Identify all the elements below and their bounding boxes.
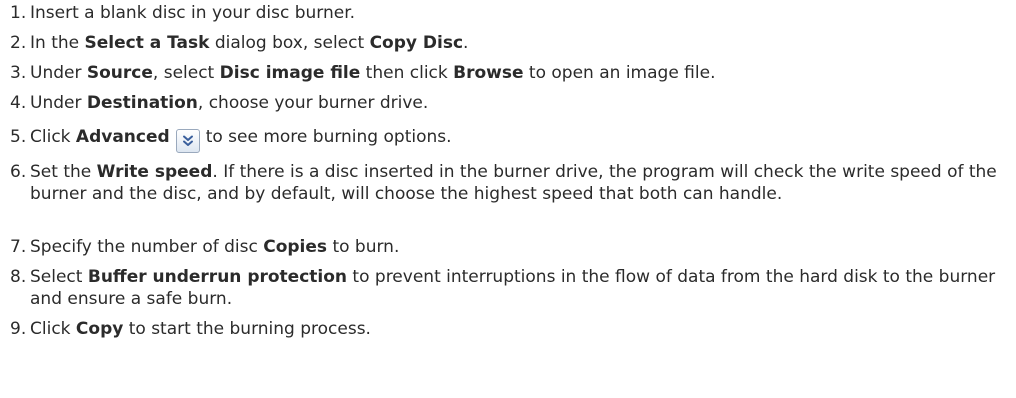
step-4: 4. Under Destination, choose your burner… <box>0 92 1010 114</box>
instruction-list: 1. Insert a blank disc in your disc burn… <box>0 0 1016 398</box>
copies-term: Copies <box>263 237 328 257</box>
step-text: In the Select a Task dialog box, select … <box>30 33 469 53</box>
step-text: Set the Write speed. If there is a disc … <box>30 162 997 204</box>
double-chevron-down-icon <box>175 129 200 153</box>
disc-image-file-term: Disc image file <box>219 63 361 83</box>
copy-disc-term: Copy Disc <box>369 33 464 53</box>
write-speed-term: Write speed <box>96 162 213 182</box>
step-text: Click Copy to start the burning process. <box>30 319 371 339</box>
step-9: 9. Click Copy to start the burning proce… <box>0 318 1010 340</box>
step-8: 8. Select Buffer underrun protection to … <box>0 266 1010 310</box>
step-number: 8. <box>10 267 27 287</box>
destination-term: Destination <box>86 93 198 113</box>
step-7: 7. Specify the number of disc Copies to … <box>0 236 1010 258</box>
step-text: Under Destination, choose your burner dr… <box>30 93 429 113</box>
step-number: 5. <box>10 127 27 147</box>
step-1: 1. Insert a blank disc in your disc burn… <box>0 2 1010 24</box>
browse-term: Browse <box>453 63 524 83</box>
step-2: 2. In the Select a Task dialog box, sele… <box>0 32 1010 54</box>
step-text: Select Buffer underrun protection to pre… <box>30 267 996 309</box>
advanced-term: Advanced <box>75 127 170 147</box>
buffer-underrun-protection-term: Buffer underrun protection <box>87 267 348 287</box>
step-text: Click Advanced to see more burning option… <box>30 126 1010 153</box>
step-number: 6. <box>10 162 27 182</box>
step-text: Specify the number of disc Copies to bur… <box>30 237 400 257</box>
copy-term: Copy <box>75 319 124 339</box>
step-3: 3. Under Source, select Disc image file … <box>0 62 1010 84</box>
step-5: 5. Click Advanced to see more burning opt… <box>0 126 1010 153</box>
step-text: Insert a blank disc in your disc burner. <box>30 3 356 23</box>
step-number: 4. <box>10 93 27 113</box>
step-number: 7. <box>10 237 27 257</box>
source-term: Source <box>86 63 153 83</box>
step-text: Under Source, select Disc image file the… <box>30 63 716 83</box>
step-6: 6. Set the Write speed. If there is a di… <box>0 161 1010 205</box>
step-number: 2. <box>10 33 27 53</box>
select-a-task-term: Select a Task <box>84 33 210 53</box>
step-number: 3. <box>10 63 27 83</box>
step-number: 9. <box>10 319 27 339</box>
step-number: 1. <box>10 3 27 23</box>
